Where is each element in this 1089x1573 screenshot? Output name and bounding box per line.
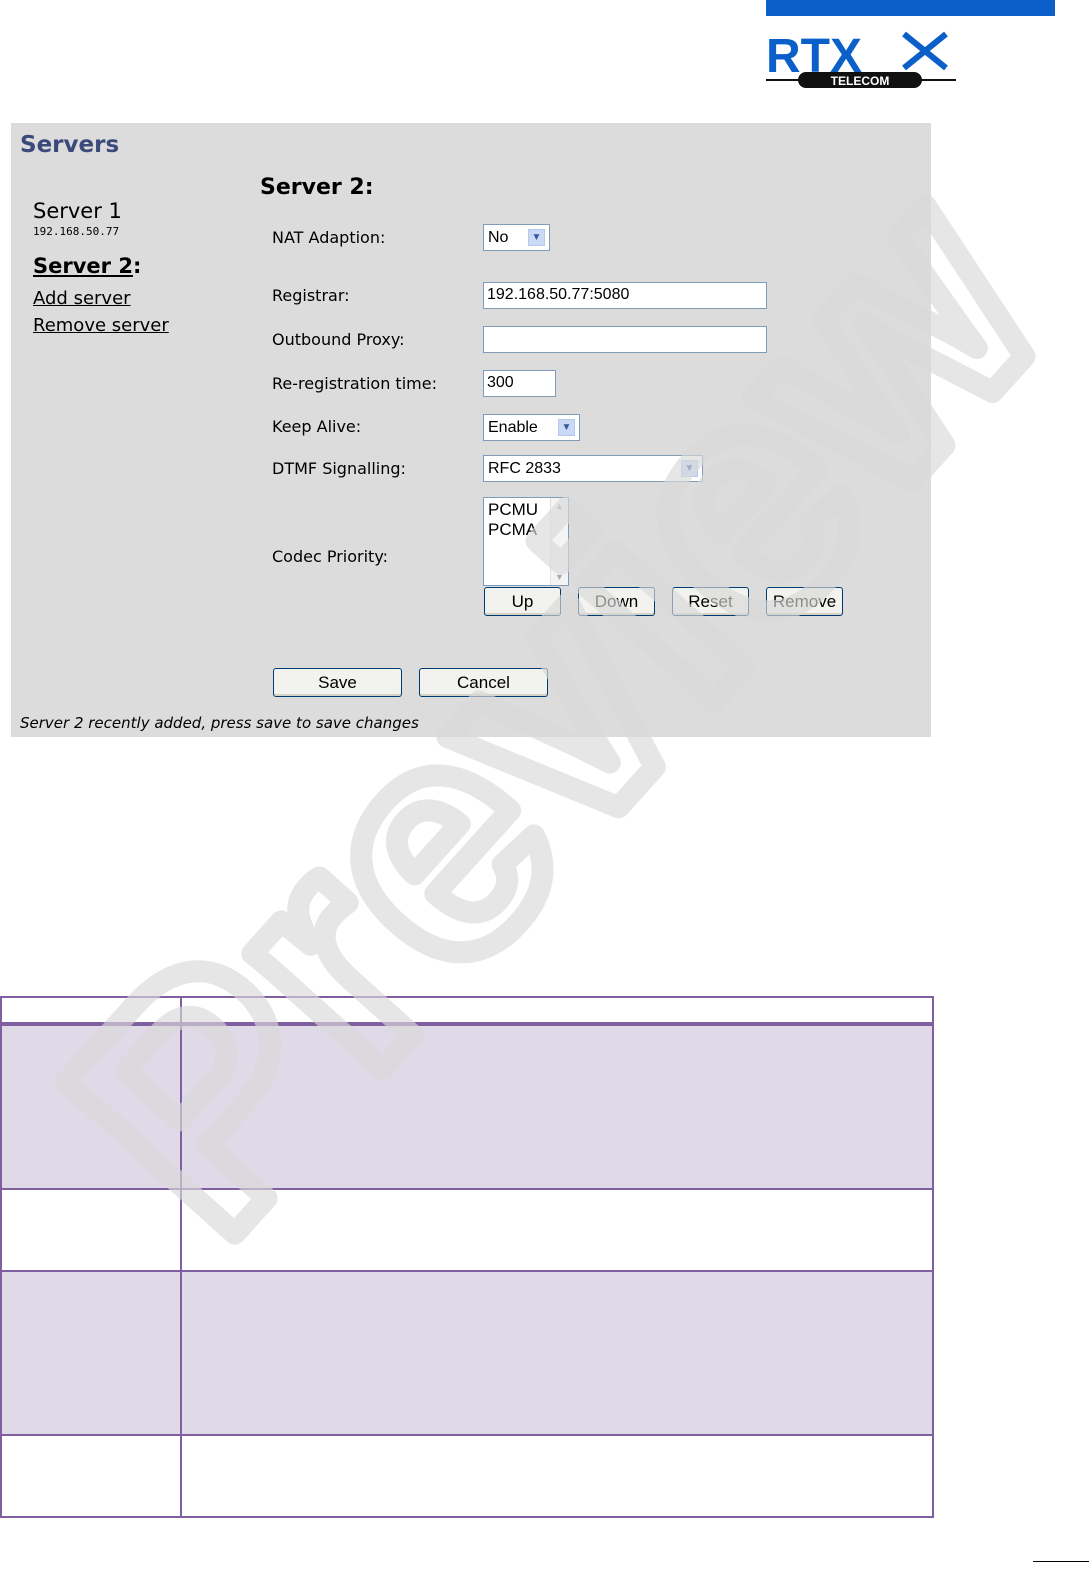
keep-alive-value: Enable [488,418,538,436]
save-button[interactable]: Save [273,668,402,697]
table-row-shaded [0,1272,934,1434]
server1-ip: 192.168.50.77 [33,225,120,238]
codec-priority-label: Codec Priority: [272,547,389,566]
chevron-down-icon: ▼ [681,460,698,477]
server2-label: Server 2 [33,254,133,278]
servers-panel: Servers Server 1 192.168.50.77 Server 2:… [11,123,931,737]
remove-server-link[interactable]: Remove server [33,315,169,336]
codec-up-button[interactable]: Up [484,587,561,616]
table-row-shaded [0,1026,934,1188]
chevron-up-icon: ▲ [555,501,564,511]
keep-alive-label: Keep Alive: [272,417,362,436]
chevron-down-icon: ▼ [555,572,564,582]
status-message: Server 2 recently added, press save to s… [20,714,419,732]
rtx-telecom-logo: RTX TELECOM [766,30,956,88]
sidebar-item-server2[interactable]: Server 2: [33,254,169,278]
logo-subtext: TELECOM [831,74,890,88]
nat-adaption-select[interactable]: No ▼ [483,224,550,251]
codec-down-button[interactable]: Down [578,587,655,616]
reregistration-time-label: Re-registration time: [272,374,437,393]
outbound-proxy-input[interactable] [483,326,767,353]
add-server-link[interactable]: Add server [33,288,169,309]
codec-reset-button[interactable]: Reset [672,587,749,616]
nat-adaption-value: No [488,228,509,246]
server-sidebar: Server 1 192.168.50.77 Server 2: Add ser… [33,199,169,336]
chevron-down-icon: ▼ [528,229,545,246]
chevron-down-icon: ▼ [558,419,575,436]
form-title: Server 2: [260,175,374,200]
codec-remove-button[interactable]: Remove [766,587,843,616]
brand-bar [766,0,1055,16]
outbound-proxy-label: Outbound Proxy: [272,330,405,349]
cancel-button[interactable]: Cancel [419,668,548,697]
scrollbar[interactable]: ▲ ▼ [550,498,568,585]
server2-suffix: : [132,254,142,278]
registrar-input[interactable]: 192.168.50.77:5080 [483,282,767,309]
nat-adaption-label: NAT Adaption: [272,228,386,247]
page-title: Servers [20,132,120,158]
reregistration-time-input[interactable]: 300 [483,370,556,397]
page-footer-rule [1033,1561,1089,1562]
keep-alive-select[interactable]: Enable ▼ [483,414,580,441]
codec-priority-list[interactable]: PCMU PCMA ▲ ▼ [483,497,569,586]
dtmf-signalling-value: RFC 2833 [488,459,561,477]
description-table [0,996,934,1518]
registrar-label: Registrar: [272,286,350,305]
dtmf-signalling-select[interactable]: RFC 2833 ▼ [483,455,703,482]
sidebar-item-server1[interactable]: Server 1 [33,199,169,223]
dtmf-signalling-label: DTMF Signalling: [272,459,406,478]
